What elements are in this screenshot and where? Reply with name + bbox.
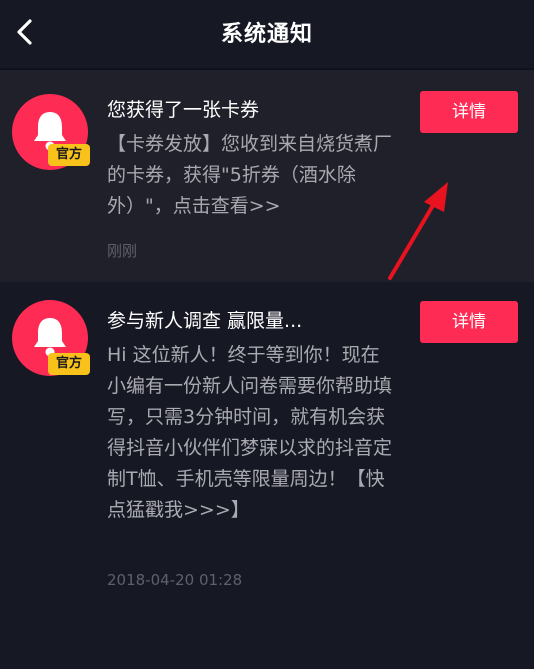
details-button[interactable]: 详情 (420, 301, 518, 343)
top-bar: 系统通知 (0, 0, 534, 68)
annotation-arrow-icon (388, 182, 448, 280)
message-time: 刚刚 (107, 242, 138, 260)
message-title: 您获得了一张卡券 (107, 99, 260, 121)
message-body: 【卡券发放】您收到来自烧货煮厂的卡券，获得"5折券（酒水除外）"，点击查看>> (107, 133, 393, 217)
message-time: 2018-04-20 01:28 (107, 571, 243, 589)
page-title: 系统通知 (220, 22, 313, 47)
bell-icon (34, 318, 66, 357)
details-button[interactable]: 详情 (420, 91, 518, 133)
message-body: Hi 这位新人！终于等到你！现在小编有一份新人问卷需要你帮助填写，只需3分钟时间… (107, 344, 393, 521)
message-title: 参与新人调查 赢限量... (107, 310, 303, 332)
official-badge: 官方 (48, 353, 90, 375)
notification-item[interactable]: 官方 参与新人调查 赢限量... Hi 这位新人！终于等到你！现在小编有一份新人… (0, 282, 534, 669)
official-badge: 官方 (48, 144, 90, 166)
